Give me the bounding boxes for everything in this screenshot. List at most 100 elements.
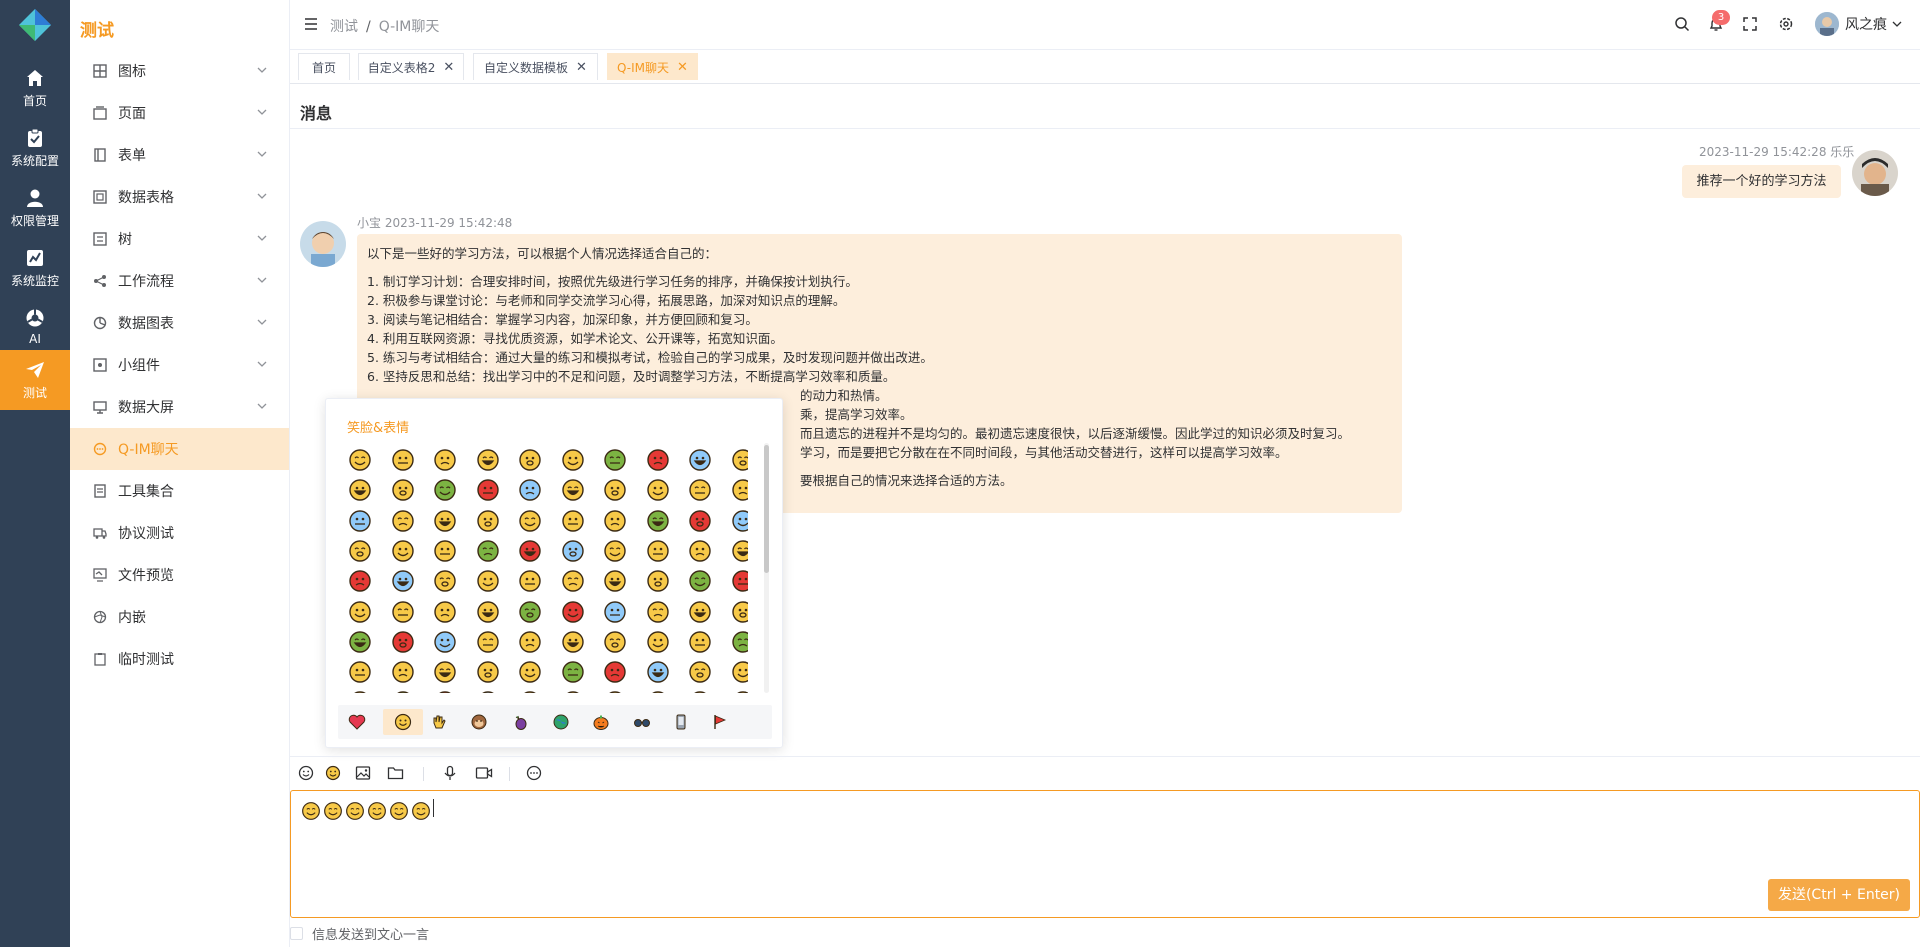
menu-item-file-preview[interactable]: 文件预览 <box>70 554 289 596</box>
emoji-face-icon[interactable] <box>561 478 585 502</box>
emoji-face-icon[interactable] <box>433 569 457 593</box>
emoji-face-icon[interactable] <box>646 569 670 593</box>
emoji-face-icon[interactable] <box>603 690 627 693</box>
emoji-face-icon[interactable] <box>433 600 457 624</box>
category-symbols[interactable] <box>667 709 695 735</box>
menu-item-data-chart[interactable]: 数据图表 <box>70 302 289 344</box>
emoji-face-icon[interactable] <box>731 660 748 684</box>
emoji-face-icon[interactable] <box>561 509 585 533</box>
emoji-face-icon[interactable] <box>646 630 670 654</box>
emoji-face-icon[interactable] <box>561 448 585 472</box>
emoji-face-icon[interactable] <box>688 478 712 502</box>
emoji-face-icon[interactable] <box>603 600 627 624</box>
tab-qim-chat[interactable]: Q-IM聊天 ✕ <box>607 53 698 80</box>
menu-item-protocol-test[interactable]: 协议测试 <box>70 512 289 554</box>
emoji-face-icon[interactable] <box>348 478 372 502</box>
image-icon[interactable] <box>355 765 371 781</box>
emoji-face-icon[interactable] <box>476 600 500 624</box>
emoji-face-icon[interactable] <box>603 630 627 654</box>
emoji-face-icon[interactable] <box>603 448 627 472</box>
video-icon[interactable] <box>475 765 493 781</box>
category-gestures[interactable] <box>425 709 453 735</box>
emoji-face-icon[interactable] <box>391 478 415 502</box>
message-input[interactable] <box>290 790 1920 918</box>
emoji-face-icon[interactable] <box>348 600 372 624</box>
emoji-face-icon[interactable] <box>518 509 542 533</box>
emoji-face-icon[interactable] <box>433 539 457 563</box>
emoji-face-icon[interactable] <box>646 690 670 693</box>
emoji-face-icon[interactable] <box>391 539 415 563</box>
emoji-face-icon[interactable] <box>476 478 500 502</box>
emoji-face-icon[interactable] <box>348 509 372 533</box>
emoji-face-icon[interactable] <box>476 630 500 654</box>
bot-avatar[interactable] <box>300 221 346 267</box>
category-travel[interactable] <box>547 709 575 735</box>
emoji-face-icon[interactable] <box>688 448 712 472</box>
microphone-icon[interactable] <box>442 765 458 781</box>
category-animals[interactable] <box>465 709 493 735</box>
category-smileys[interactable] <box>383 709 423 735</box>
emoji-face-icon[interactable] <box>391 600 415 624</box>
emoji-face-icon[interactable] <box>688 690 712 693</box>
category-objects[interactable] <box>628 709 656 735</box>
category-hearts[interactable] <box>343 709 371 735</box>
emoji-scrollbar-thumb[interactable] <box>764 445 769 573</box>
emoji-face-icon[interactable] <box>391 660 415 684</box>
emoji-face-icon[interactable] <box>646 600 670 624</box>
emoji-face-icon[interactable] <box>391 569 415 593</box>
emoji-face-icon[interactable] <box>348 448 372 472</box>
emoji-face-icon[interactable] <box>518 600 542 624</box>
emoji-face-icon[interactable] <box>476 690 500 693</box>
emoji-face-icon[interactable] <box>561 569 585 593</box>
emoji-face-icon[interactable] <box>561 690 585 693</box>
emoji-face-icon[interactable] <box>688 539 712 563</box>
emoji-face-icon[interactable] <box>476 448 500 472</box>
emoji-face-icon[interactable] <box>391 690 415 693</box>
emoji-face-icon[interactable] <box>518 660 542 684</box>
emoji-outline-icon[interactable] <box>298 765 314 781</box>
menu-item-data-table[interactable]: 数据表格 <box>70 176 289 218</box>
emoji-face-icon[interactable] <box>476 660 500 684</box>
emoji-face-icon[interactable] <box>391 509 415 533</box>
emoji-face-icon[interactable] <box>476 569 500 593</box>
menu-item-data-screen[interactable]: 数据大屏 <box>70 386 289 428</box>
emoji-face-icon[interactable] <box>646 539 670 563</box>
menu-item-embed[interactable]: 内嵌 <box>70 596 289 638</box>
emoji-face-icon[interactable] <box>603 660 627 684</box>
menu-item-widgets[interactable]: 小组件 <box>70 344 289 386</box>
emoji-face-icon[interactable] <box>433 690 457 693</box>
emoji-face-icon[interactable] <box>731 600 748 624</box>
emoji-face-icon[interactable] <box>348 630 372 654</box>
emoji-face-icon[interactable] <box>476 509 500 533</box>
emoji-face-icon[interactable] <box>518 690 542 693</box>
fullscreen-icon[interactable] <box>1742 16 1758 32</box>
emoji-face-icon[interactable] <box>688 660 712 684</box>
emoji-face-icon[interactable] <box>561 630 585 654</box>
emoji-face-icon[interactable] <box>518 478 542 502</box>
menu-item-tree[interactable]: 树 <box>70 218 289 260</box>
rail-item-test[interactable]: 测试 <box>0 350 70 410</box>
emoji-face-icon[interactable] <box>603 539 627 563</box>
emoji-face-icon[interactable] <box>348 660 372 684</box>
rail-item-monitor[interactable]: 系统监控 <box>0 238 70 298</box>
close-icon[interactable]: ✕ <box>576 61 587 74</box>
emoji-face-icon[interactable] <box>348 569 372 593</box>
menu-item-qim-chat[interactable]: Q-IM聊天 <box>70 428 289 470</box>
folder-icon[interactable] <box>387 765 404 781</box>
tab-custom-data-template[interactable]: 自定义数据模板 ✕ <box>473 53 598 80</box>
user-menu[interactable]: 风之痕 <box>1815 12 1902 36</box>
rail-item-system-config[interactable]: 系统配置 <box>0 118 70 178</box>
emoji-face-icon[interactable] <box>433 630 457 654</box>
breadcrumb-item[interactable]: 测试 <box>330 19 358 35</box>
emoji-face-icon[interactable] <box>391 448 415 472</box>
tab-home[interactable]: 首页 <box>298 53 350 80</box>
emoji-face-icon[interactable] <box>476 539 500 563</box>
emoji-face-icon[interactable] <box>518 569 542 593</box>
emoji-face-icon[interactable] <box>688 509 712 533</box>
emoji-face-icon[interactable] <box>518 539 542 563</box>
emoji-face-icon[interactable] <box>561 539 585 563</box>
emoji-face-icon[interactable] <box>433 509 457 533</box>
menu-item-temp-test[interactable]: 临时测试 <box>70 638 289 680</box>
hamburger-icon[interactable] <box>303 16 319 32</box>
gear-icon[interactable] <box>1778 16 1794 32</box>
